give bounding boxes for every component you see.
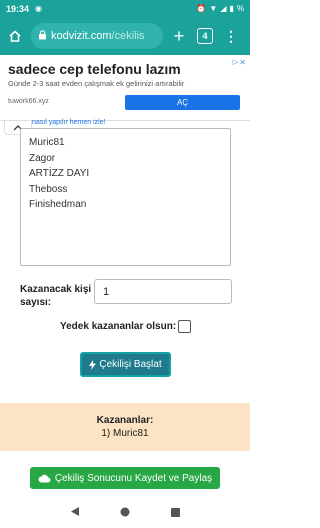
cellular-icon: ◢ xyxy=(220,4,227,13)
address-bar[interactable]: kodvizit.com/cekilis xyxy=(31,23,163,49)
url-host: kodvizit.com xyxy=(51,30,112,42)
winner-item: 1) Muric81 xyxy=(101,428,149,439)
tab-switcher-button[interactable]: 4 xyxy=(195,26,215,46)
status-bar: 19:34 ◉ ⏰ ▼ ◢ ▮ % xyxy=(0,0,250,17)
backup-winners-label: Yedek kazananlar olsun: xyxy=(60,321,177,332)
start-draw-label: Çekilişi Başlat xyxy=(99,359,162,370)
participant-name: Zagor xyxy=(29,152,56,164)
back-icon[interactable] xyxy=(70,504,80,522)
alarm-icon: ⏰ xyxy=(196,4,207,13)
winners-panel: Kazananlar: 1) Muric81 xyxy=(0,403,250,451)
ad-title: sadece cep telefonu lazım xyxy=(8,61,181,77)
save-share-button[interactable]: Çekiliş Sonucunu Kaydet ve Paylaş xyxy=(30,467,220,489)
participants-textarea[interactable]: Muric81 Zagor ARTİZZ DAYI Theboss Finish… xyxy=(20,128,231,266)
battery-percent: % xyxy=(236,4,244,13)
participant-name: Finishedman xyxy=(29,199,87,210)
backup-winners-checkbox[interactable] xyxy=(178,320,191,333)
ad-banner[interactable]: sadece cep telefonu lazım Günde 2-3 saat… xyxy=(0,55,250,121)
status-time: 19:34 xyxy=(6,3,30,14)
recents-icon[interactable] xyxy=(170,504,180,522)
android-nav-bar xyxy=(0,498,250,528)
new-tab-icon[interactable]: + xyxy=(169,26,189,46)
home-icon[interactable] xyxy=(5,26,25,46)
start-draw-button[interactable]: Çekilişi Başlat xyxy=(80,352,171,377)
adchoices-icon[interactable]: ▷ xyxy=(233,58,238,66)
ad-domain: tuwork66.xyz xyxy=(8,98,49,105)
save-share-label: Çekiliş Sonucunu Kaydet ve Paylaş xyxy=(54,472,213,484)
signal-icon: ◉ xyxy=(35,4,43,13)
ad-subtitle: Günde 2-3 saat evden çalışmak ek gelirin… xyxy=(8,79,185,88)
browser-toolbar: kodvizit.com/cekilis + 4 ⋮ xyxy=(0,17,250,55)
ad-cta-button[interactable]: AÇ xyxy=(125,95,240,110)
menu-icon[interactable]: ⋮ xyxy=(221,26,241,46)
winner-count-input[interactable]: 1 xyxy=(94,279,232,304)
participant-name: Muric81 xyxy=(29,137,65,148)
wifi-icon: ▼ xyxy=(209,4,218,13)
status-icons: ⏰ ▼ ◢ ▮ % xyxy=(196,4,244,13)
home-nav-icon[interactable] xyxy=(120,504,130,522)
tab-count: 4 xyxy=(197,28,213,44)
url-path: /cekilis xyxy=(111,30,145,42)
winner-count-label: Kazanacak kişi sayısı: xyxy=(20,284,92,308)
participant-name: ARTİZZ DAYI xyxy=(29,168,90,179)
howto-link[interactable]: nasıl yapılır hemen izle! xyxy=(32,119,106,126)
lock-icon xyxy=(38,29,47,43)
bolt-icon xyxy=(89,359,97,370)
battery-icon: ▮ xyxy=(229,4,234,13)
cloud-icon xyxy=(38,474,51,482)
winners-title: Kazananlar: xyxy=(96,415,154,426)
ad-close-icon[interactable]: ✕ xyxy=(239,58,246,67)
participant-name: Theboss xyxy=(29,183,68,195)
